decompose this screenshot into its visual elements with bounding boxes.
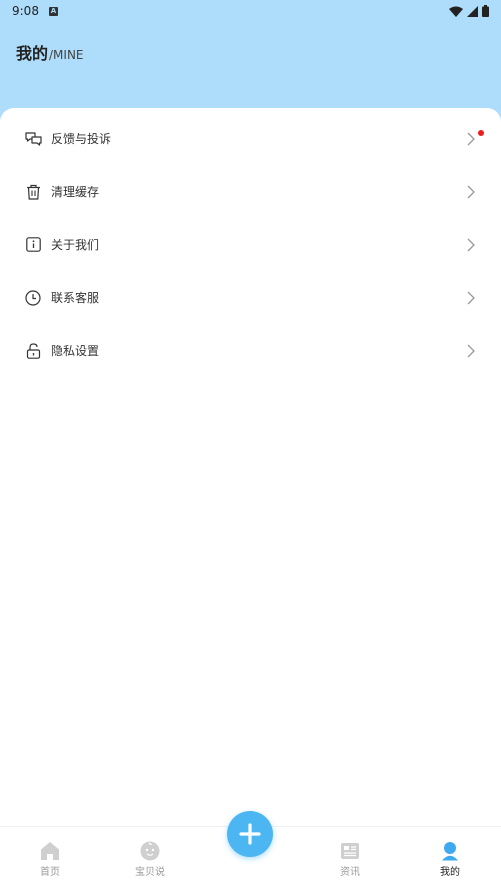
page-title: 我的 /MINE xyxy=(16,40,84,64)
chevron-right-icon xyxy=(467,291,475,304)
page-title-main: 我的 xyxy=(16,44,49,63)
tab-news[interactable]: 资讯 xyxy=(320,841,380,881)
menu-sheet: 反馈与投诉 清理缓存 关于我们 联系客服 隐私设置 xyxy=(0,108,501,826)
tab-label: 资讯 xyxy=(340,867,360,878)
info-icon xyxy=(24,236,42,254)
chevron-right-icon xyxy=(467,132,475,145)
tab-baby-says[interactable]: 宝贝说 xyxy=(120,841,180,881)
menu-item-customer-service[interactable]: 联系客服 xyxy=(0,271,501,324)
menu-item-label: 隐私设置 xyxy=(51,344,100,358)
battery-icon xyxy=(482,5,489,17)
add-button[interactable] xyxy=(227,811,273,857)
wifi-icon xyxy=(449,6,463,17)
menu-item-label: 反馈与投诉 xyxy=(51,132,112,146)
menu-item-privacy-settings[interactable]: 隐私设置 xyxy=(0,324,501,377)
tab-label: 宝贝说 xyxy=(135,867,165,878)
menu-item-about-us[interactable]: 关于我们 xyxy=(0,218,501,271)
chevron-right-icon xyxy=(467,238,475,251)
chevron-right-icon xyxy=(467,344,475,357)
home-icon xyxy=(41,842,59,860)
chat-bubbles-icon xyxy=(24,130,42,148)
page-title-sub: /MINE xyxy=(49,48,84,62)
person-icon xyxy=(442,842,458,861)
cell-signal-icon xyxy=(467,5,478,17)
clock-icon xyxy=(24,289,42,307)
menu-item-feedback[interactable]: 反馈与投诉 xyxy=(0,112,501,165)
lock-icon xyxy=(24,342,42,360)
plus-icon xyxy=(239,823,261,845)
menu-item-label: 清理缓存 xyxy=(51,185,100,199)
chevron-right-icon xyxy=(467,185,475,198)
trash-icon xyxy=(24,183,42,201)
baby-face-icon xyxy=(140,841,160,861)
tab-label: 首页 xyxy=(40,867,60,878)
news-icon xyxy=(341,843,359,859)
notification-a-icon: A xyxy=(48,6,58,16)
tab-mine[interactable]: 我的 xyxy=(420,841,480,881)
status-time: 9:08 xyxy=(12,4,39,18)
red-dot-badge xyxy=(478,130,484,136)
status-icons xyxy=(449,5,489,17)
menu-item-label: 联系客服 xyxy=(51,291,100,305)
menu-item-clear-cache[interactable]: 清理缓存 xyxy=(0,165,501,218)
tab-label: 我的 xyxy=(440,867,460,878)
menu-item-label: 关于我们 xyxy=(51,238,100,252)
tab-home[interactable]: 首页 xyxy=(20,841,80,881)
status-bar: 9:08 A xyxy=(0,0,501,22)
